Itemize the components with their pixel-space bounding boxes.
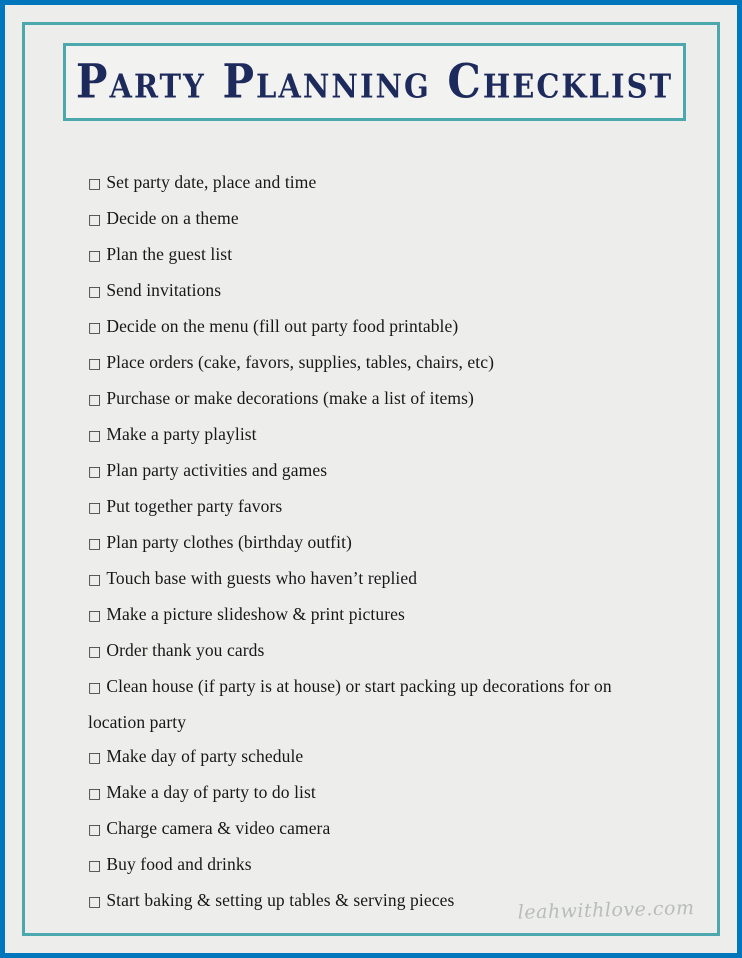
checklist-item[interactable]: □ Make a party playlist — [88, 417, 648, 453]
checkbox-icon[interactable]: □ — [88, 320, 101, 336]
checkbox-icon[interactable]: □ — [88, 500, 101, 516]
checklist-item[interactable]: □ Place orders (cake, favors, supplies, t… — [88, 345, 648, 381]
checklist-item-label: Make a party playlist — [106, 424, 257, 444]
checkbox-icon[interactable]: □ — [88, 822, 101, 838]
page-title: Party Planning Checklist — [75, 54, 674, 109]
checklist-item-label: Plan the guest list — [106, 244, 233, 264]
checklist-item[interactable]: □ Send invitations — [88, 273, 648, 309]
checkbox-icon[interactable]: □ — [88, 212, 101, 228]
checkbox-icon[interactable]: □ — [88, 644, 101, 660]
checkbox-icon[interactable]: □ — [88, 464, 101, 480]
checklist-item[interactable]: □ Order thank you cards — [88, 633, 648, 669]
checkbox-icon[interactable]: □ — [88, 428, 101, 444]
checklist-item-label: Send invitations — [106, 280, 222, 300]
checklist-item-label: Touch base with guests who haven’t repli… — [106, 568, 418, 588]
checkbox-icon[interactable]: □ — [88, 750, 101, 766]
checklist-item[interactable]: □ Purchase or make decorations (make a li… — [88, 381, 648, 417]
checklist-item[interactable]: □ Make day of party schedule — [88, 739, 648, 775]
checklist-item-label: Decide on a theme — [106, 208, 239, 228]
checklist-item[interactable]: □ Plan the guest list — [88, 237, 648, 273]
page-inner-border: Party Planning Checklist □ Set party date… — [22, 22, 720, 936]
checklist-item[interactable]: □ Plan party activities and games — [88, 453, 648, 489]
checkbox-icon[interactable]: □ — [88, 248, 101, 264]
checklist-item-label: Set party date, place and time — [106, 172, 317, 192]
checklist: □ Set party date, place and time □ Decide o… — [88, 165, 648, 919]
checklist-item-label: Decide on the menu (fill out party food … — [106, 316, 459, 336]
checklist-item-label: Clean house (if party is at house) or st… — [88, 676, 612, 732]
checkbox-icon[interactable]: □ — [88, 392, 101, 408]
checklist-item-label: Make a day of party to do list — [106, 782, 316, 802]
checklist-item-label: Place orders (cake, favors, supplies, ta… — [106, 352, 495, 372]
checkbox-icon[interactable]: □ — [88, 894, 101, 910]
checklist-item-label: Start baking & setting up tables & servi… — [106, 890, 455, 910]
title-box: Party Planning Checklist — [63, 43, 686, 121]
page-frame: Party Planning Checklist □ Set party date… — [0, 0, 742, 958]
checklist-item[interactable]: □ Set party date, place and time — [88, 165, 648, 201]
checklist-item-label: Put together party favors — [106, 496, 283, 516]
checklist-item-label: Make a picture slideshow & print picture… — [106, 604, 405, 624]
checklist-item-label: Plan party activities and games — [106, 460, 328, 480]
checklist-item-label: Purchase or make decorations (make a lis… — [106, 388, 474, 408]
checklist-item[interactable]: □ Buy food and drinks — [88, 847, 648, 883]
checklist-item-label: Plan party clothes (birthday outfit) — [106, 532, 352, 552]
checklist-item[interactable]: □ Decide on the menu (fill out party food… — [88, 309, 648, 345]
checklist-item-label: Buy food and drinks — [106, 854, 252, 874]
checkbox-icon[interactable]: □ — [88, 572, 101, 588]
checkbox-icon[interactable]: □ — [88, 858, 101, 874]
checkbox-icon[interactable]: □ — [88, 356, 101, 372]
checklist-item-label: Make day of party schedule — [106, 746, 304, 766]
checklist-item[interactable]: □ Make a picture slideshow & print pictur… — [88, 597, 648, 633]
checkbox-icon[interactable]: □ — [88, 284, 101, 300]
checklist-item[interactable]: □ Make a day of party to do list — [88, 775, 648, 811]
checkbox-icon[interactable]: □ — [88, 608, 101, 624]
watermark: leahwithlove.com — [517, 897, 695, 924]
checkbox-icon[interactable]: □ — [88, 786, 101, 802]
checklist-item[interactable]: □ Clean house (if party is at house) or s… — [88, 669, 648, 739]
checklist-item[interactable]: □ Put together party favors — [88, 489, 648, 525]
checklist-item[interactable]: □ Plan party clothes (birthday outfit) — [88, 525, 648, 561]
checkbox-icon[interactable]: □ — [88, 536, 101, 552]
checklist-item-label: Order thank you cards — [106, 640, 265, 660]
checkbox-icon[interactable]: □ — [88, 680, 101, 696]
checklist-item-label: Charge camera & video camera — [106, 818, 331, 838]
checklist-item[interactable]: □ Decide on a theme — [88, 201, 648, 237]
checklist-item[interactable]: □ Touch base with guests who haven’t repl… — [88, 561, 648, 597]
checkbox-icon[interactable]: □ — [88, 176, 101, 192]
checklist-item[interactable]: □ Charge camera & video camera — [88, 811, 648, 847]
